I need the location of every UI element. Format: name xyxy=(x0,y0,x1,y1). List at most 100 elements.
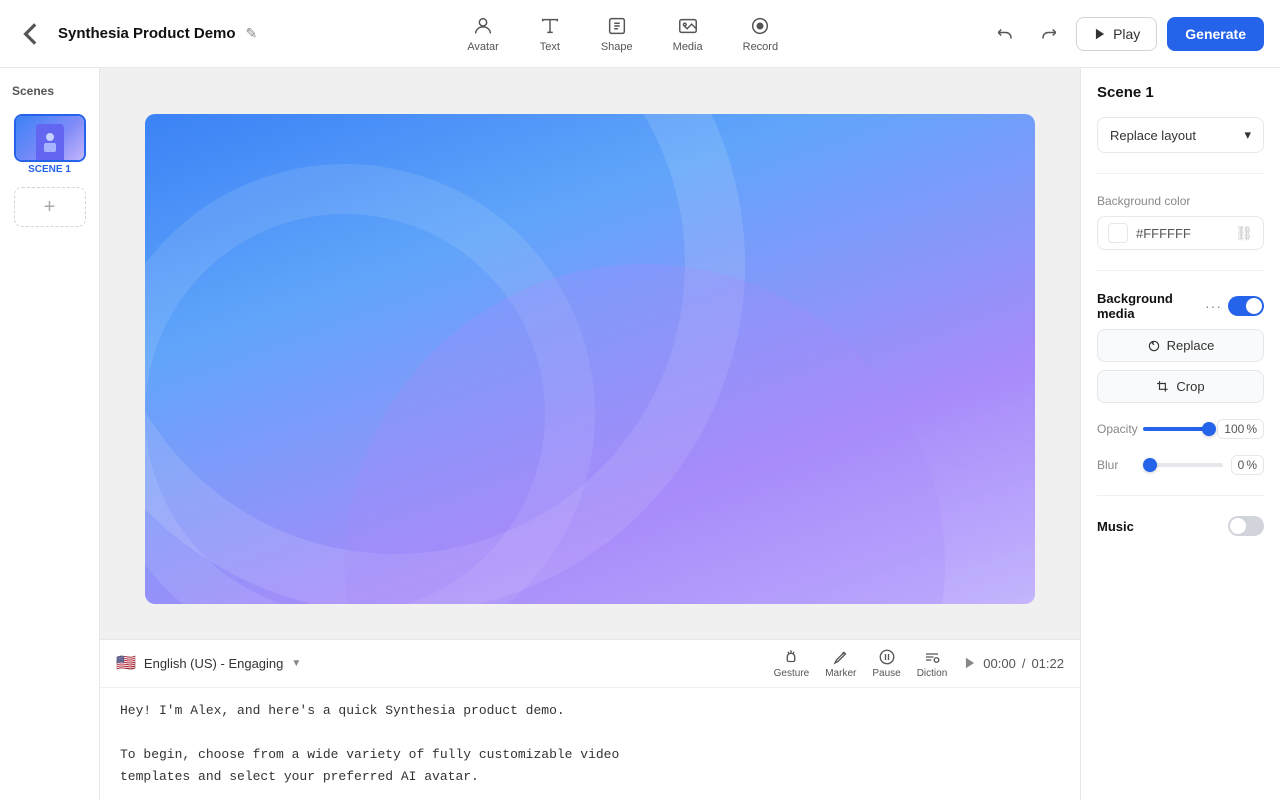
opacity-value: 100 xyxy=(1224,422,1244,436)
topbar-actions: Play Generate xyxy=(988,17,1264,51)
blur-unit: % xyxy=(1246,458,1257,472)
replace-layout-section: Replace layout ▾ xyxy=(1097,117,1264,153)
blur-slider[interactable] xyxy=(1143,463,1223,467)
color-value: #FFFFFF xyxy=(1136,226,1227,241)
shape-tool[interactable]: Shape xyxy=(585,9,649,59)
generate-label: Generate xyxy=(1185,26,1246,42)
script-line-2: To begin, choose from a wide variety of … xyxy=(120,747,619,762)
avatar-tool[interactable]: Avatar xyxy=(451,9,515,59)
redo-button[interactable] xyxy=(1032,17,1066,51)
gesture-label: Gesture xyxy=(774,668,810,679)
gesture-button[interactable]: Gesture xyxy=(774,648,810,679)
panel-title: Scene 1 xyxy=(1097,84,1264,101)
bg-media-section: Background media ··· Replace Crop xyxy=(1097,291,1264,403)
media-tool[interactable]: Media xyxy=(657,9,719,59)
scenes-label: Scenes xyxy=(8,84,54,98)
language-label: English (US) - Engaging xyxy=(144,656,283,671)
scene-avatar-preview xyxy=(36,124,64,160)
divider-2 xyxy=(1097,270,1264,271)
bg-media-label: Background media xyxy=(1097,291,1205,321)
add-scene-button[interactable]: + xyxy=(14,187,86,227)
music-section: Music xyxy=(1097,516,1264,536)
undo-button[interactable] xyxy=(988,17,1022,51)
chevron-down-icon: ▼ xyxy=(291,658,301,669)
replace-layout-label: Replace layout xyxy=(1110,128,1196,143)
blur-value-box: 0 % xyxy=(1231,455,1264,475)
avatar-tool-label: Avatar xyxy=(467,41,499,53)
divider-3 xyxy=(1097,495,1264,496)
edit-title-icon[interactable]: ✎ xyxy=(246,25,258,42)
divider-1 xyxy=(1097,173,1264,174)
opacity-fill xyxy=(1143,427,1209,431)
blur-label: Blur xyxy=(1097,458,1135,472)
text-tool-label: Text xyxy=(540,41,560,53)
time-display: 00:00 / 01:22 xyxy=(963,656,1064,671)
main-content: Scenes SCENE 1 + xyxy=(0,68,1280,800)
project-title: Synthesia Product Demo xyxy=(58,25,236,42)
music-label: Music xyxy=(1097,519,1134,534)
pause-button[interactable]: Pause xyxy=(872,648,900,679)
media-tool-label: Media xyxy=(673,41,703,53)
scene-1-label: SCENE 1 xyxy=(14,164,86,175)
diction-label: Diction xyxy=(917,668,948,679)
record-tool[interactable]: Record xyxy=(727,9,794,59)
bg-media-toggle[interactable] xyxy=(1228,296,1264,316)
topbar-tools: Avatar Text Shape Media xyxy=(451,9,794,59)
replace-bg-button[interactable]: Replace xyxy=(1097,329,1264,362)
bg-media-dots-button[interactable]: ··· xyxy=(1205,298,1222,314)
text-tool[interactable]: Text xyxy=(523,9,577,59)
blur-row: Blur 0 % xyxy=(1097,455,1264,475)
crop-bg-button[interactable]: Crop xyxy=(1097,370,1264,403)
replace-layout-chevron: ▾ xyxy=(1244,127,1251,143)
bg-media-header: Background media ··· xyxy=(1097,291,1264,321)
opacity-thumb[interactable] xyxy=(1202,422,1216,436)
canvas-area: 🇺🇸 English (US) - Engaging ▼ Gesture xyxy=(100,68,1080,800)
script-line-3: templates and select your preferred AI a… xyxy=(120,769,479,784)
flag-icon: 🇺🇸 xyxy=(116,653,136,673)
blur-thumb[interactable] xyxy=(1143,458,1157,472)
generate-button[interactable]: Generate xyxy=(1167,17,1264,51)
replace-layout-button[interactable]: Replace layout ▾ xyxy=(1097,117,1264,153)
time-total: 01:22 xyxy=(1031,656,1064,671)
play-label: Play xyxy=(1113,26,1140,42)
topbar-left: Synthesia Product Demo ✎ xyxy=(16,18,257,50)
opacity-label: Opacity xyxy=(1097,422,1135,436)
blur-value: 0 xyxy=(1238,458,1245,472)
scenes-sidebar: Scenes SCENE 1 + xyxy=(0,68,100,800)
opacity-slider[interactable] xyxy=(1143,427,1209,431)
marker-label: Marker xyxy=(825,668,856,679)
scene-1-thumbnail[interactable] xyxy=(14,114,86,162)
scene-1-container: SCENE 1 xyxy=(14,114,86,175)
script-text[interactable]: Hey! I'm Alex, and here's a quick Synthe… xyxy=(100,688,1080,800)
bg-color-section: Background color #FFFFFF ⛓ xyxy=(1097,194,1264,250)
play-button[interactable]: Play xyxy=(1076,17,1157,51)
diction-button[interactable]: Diction xyxy=(917,648,948,679)
opacity-unit: % xyxy=(1246,422,1257,436)
scene-canvas[interactable] xyxy=(145,114,1035,604)
topbar: Synthesia Product Demo ✎ Avatar Text Sha… xyxy=(0,0,1280,68)
canvas-wrapper xyxy=(100,68,1080,639)
music-toggle[interactable] xyxy=(1228,516,1264,536)
bg-color-label: Background color xyxy=(1097,194,1264,208)
opacity-row: Opacity 100 % xyxy=(1097,419,1264,439)
bg-color-row[interactable]: #FFFFFF ⛓ xyxy=(1097,216,1264,250)
record-tool-label: Record xyxy=(743,41,778,53)
shape-tool-label: Shape xyxy=(601,41,633,53)
time-current: 00:00 xyxy=(983,656,1016,671)
crop-bg-label: Crop xyxy=(1176,379,1204,394)
language-selector[interactable]: 🇺🇸 English (US) - Engaging ▼ xyxy=(116,653,301,673)
script-line-1: Hey! I'm Alex, and here's a quick Synthe… xyxy=(120,703,565,718)
time-separator: / xyxy=(1022,656,1026,671)
scene-thumb-bg xyxy=(16,116,84,160)
link-icon: ⛓ xyxy=(1235,225,1253,242)
back-button[interactable] xyxy=(16,18,48,50)
marker-button[interactable]: Marker xyxy=(825,648,856,679)
time-play-icon xyxy=(963,656,977,670)
script-toolbar: 🇺🇸 English (US) - Engaging ▼ Gesture xyxy=(100,640,1080,688)
opacity-value-box: 100 % xyxy=(1217,419,1264,439)
replace-bg-label: Replace xyxy=(1167,338,1215,353)
script-area: 🇺🇸 English (US) - Engaging ▼ Gesture xyxy=(100,639,1080,800)
pause-label: Pause xyxy=(872,668,900,679)
right-panel: Scene 1 Replace layout ▾ Background colo… xyxy=(1080,68,1280,800)
color-swatch xyxy=(1108,223,1128,243)
